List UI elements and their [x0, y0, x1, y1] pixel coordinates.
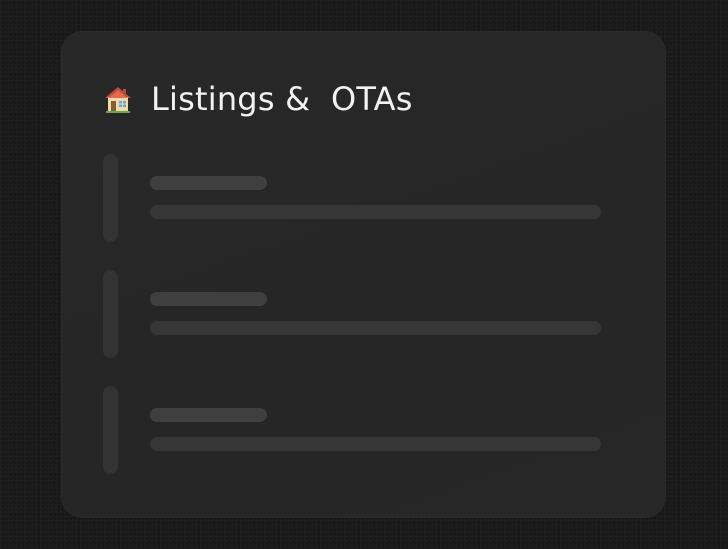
- skeleton-thumbnail: [103, 154, 118, 242]
- skeleton-row: [103, 154, 603, 242]
- skeleton-title-line: [150, 408, 267, 422]
- skeleton-row: [103, 386, 603, 474]
- skeleton-thumbnail: [103, 270, 118, 358]
- skeleton-thumbnail: [103, 386, 118, 474]
- card-title: Listings & OTAs: [151, 80, 413, 118]
- skeleton-subtitle-line: [150, 205, 601, 219]
- listings-otas-card: Listings & OTAs: [61, 31, 666, 518]
- skeleton-subtitle-line: [150, 321, 601, 335]
- card-header: Listings & OTAs: [103, 77, 413, 121]
- skeleton-title-line: [150, 176, 267, 190]
- house-icon: [103, 84, 133, 114]
- skeleton-row: [103, 270, 603, 358]
- skeleton-title-line: [150, 292, 267, 306]
- skeleton-subtitle-line: [150, 437, 601, 451]
